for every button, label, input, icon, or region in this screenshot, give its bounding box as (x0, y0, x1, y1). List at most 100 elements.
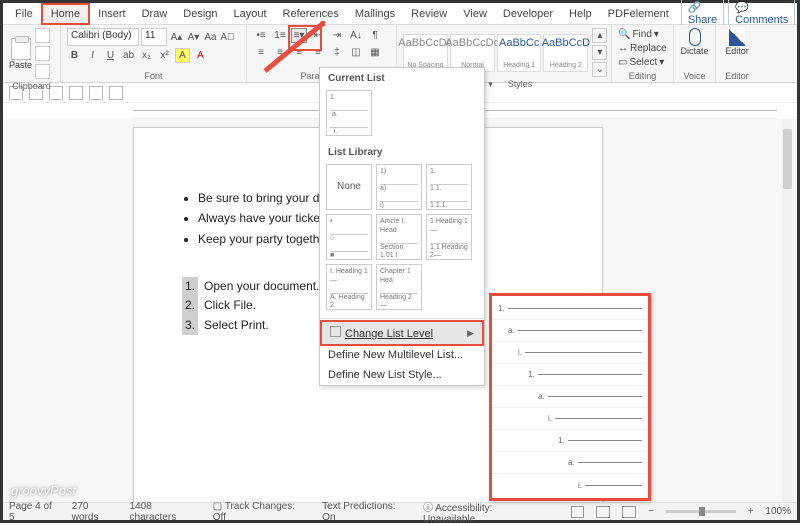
zoom-slider[interactable] (666, 510, 735, 513)
ml-tile[interactable]: 1.1.1.1.1.1. (426, 164, 472, 210)
editor-button[interactable]: Editor (722, 28, 752, 56)
menu-insert[interactable]: Insert (90, 5, 134, 23)
paste-button[interactable]: Paste (9, 38, 32, 70)
qat-icon[interactable] (89, 86, 103, 100)
view-print-icon[interactable] (596, 506, 610, 518)
cll-level-4[interactable]: 1. (492, 364, 648, 386)
status-words[interactable]: 270 words (72, 501, 118, 523)
replace-button[interactable]: ↔ Replace (618, 42, 667, 55)
bullets-icon[interactable]: •≡ (253, 28, 269, 43)
cll-level-3[interactable]: i. (492, 342, 648, 364)
status-page[interactable]: Page 4 of 5 (9, 501, 60, 523)
ml-tile[interactable]: Chapter 1 HeaHeading 2—Heading 3— (376, 264, 422, 310)
vertical-scrollbar[interactable] (782, 119, 793, 502)
select-button[interactable]: ▭ Select ▾ (618, 56, 667, 69)
font-color-icon[interactable]: A (193, 48, 208, 63)
font-size-select[interactable]: 11 (141, 28, 167, 46)
format-painter-icon[interactable] (35, 64, 50, 79)
show-marks-icon[interactable]: ¶ (367, 28, 383, 43)
shading-icon[interactable]: ◫ (348, 45, 364, 60)
zoom-value[interactable]: 100% (765, 506, 791, 517)
change-list-level-item[interactable]: Change List Level▶ (320, 320, 484, 346)
shrink-font-icon[interactable]: A▾ (186, 30, 201, 45)
grow-font-icon[interactable]: A▴ (169, 30, 184, 45)
cll-level-9[interactable]: i. (492, 474, 648, 496)
increase-indent-icon[interactable]: ⇥ (329, 28, 345, 43)
change-list-level-flyout: 1.a.i.1.a.i.1.a.i. (489, 293, 651, 501)
styles-up-icon[interactable]: ▴ (592, 28, 607, 43)
cll-level-5[interactable]: a. (492, 386, 648, 408)
ml-tile-current[interactable]: 1. a. i. (326, 90, 372, 136)
style-heading2[interactable]: AaBbCcDHeading 2 (543, 34, 588, 72)
menu-home[interactable]: Home (41, 3, 90, 25)
ml-tile[interactable]: Article I. HeadSection 1.01 I(a) Heading… (376, 214, 422, 260)
highlight-icon[interactable]: A (175, 48, 190, 63)
status-accessibility[interactable]: ⓘ Accessibility: Unavailable (423, 499, 547, 525)
qat-icon[interactable] (109, 86, 123, 100)
cll-level-7[interactable]: 1. (492, 430, 648, 452)
qat-icon[interactable] (69, 86, 83, 100)
subscript-icon[interactable]: x₂ (139, 48, 154, 63)
cll-level-6[interactable]: i. (492, 408, 648, 430)
ml-tile[interactable]: •○■ (326, 214, 372, 260)
strike-icon[interactable]: ab (121, 48, 136, 63)
styles-down-icon[interactable]: ▾ (592, 45, 607, 60)
ml-tile[interactable]: 1)a)i) (376, 164, 422, 210)
change-case-icon[interactable]: Aa (203, 30, 218, 45)
view-read-icon[interactable] (571, 506, 585, 518)
status-chars[interactable]: 1408 characters (130, 501, 201, 523)
numbering-icon[interactable]: 1≡ (272, 28, 288, 43)
font-name-select[interactable]: Calibri (Body) (67, 28, 139, 46)
style-normal[interactable]: AaBbCcDdNormal (450, 34, 495, 72)
cll-level-1[interactable]: 1. (492, 298, 648, 320)
clear-format-icon[interactable]: A⃠ (220, 30, 235, 45)
menu-pdfelement[interactable]: PDFelement (600, 5, 677, 23)
group-editing-label: Editing (618, 71, 667, 81)
ml-tile-none[interactable]: None (326, 164, 372, 210)
chevron-right-icon: ▶ (467, 328, 474, 339)
sort-icon[interactable]: A↓ (348, 28, 364, 43)
menu-review[interactable]: Review (403, 5, 455, 23)
cll-level-8[interactable]: a. (492, 452, 648, 474)
find-button[interactable]: 🔍 Find ▾ (618, 28, 667, 41)
num-marker: 2. (182, 296, 198, 315)
style-heading1[interactable]: AaBbCcHeading 1 (497, 34, 541, 72)
superscript-icon[interactable]: x² (157, 48, 172, 63)
multilevel-list-button[interactable]: ≡▾ (291, 28, 307, 43)
menu-layout[interactable]: Layout (226, 5, 275, 23)
dictate-button[interactable]: Dictate (680, 28, 709, 56)
menu-developer[interactable]: Developer (495, 5, 561, 23)
view-web-icon[interactable] (622, 506, 636, 518)
define-list-style-item[interactable]: Define New List Style... (320, 365, 484, 385)
group-font-label: Font (67, 71, 240, 81)
cut-icon[interactable] (35, 28, 50, 43)
menu-references[interactable]: References (275, 5, 347, 23)
style-nospacing[interactable]: AaBbCcDdNo Spacing (403, 34, 448, 72)
align-center-icon[interactable]: ≡ (272, 45, 288, 60)
menu-design[interactable]: Design (175, 5, 225, 23)
copy-icon[interactable] (35, 46, 50, 61)
align-left-icon[interactable]: ≡ (253, 45, 269, 60)
italic-icon[interactable]: I (85, 48, 100, 63)
borders-icon[interactable]: ▦ (367, 45, 383, 60)
paste-label: Paste (9, 60, 32, 70)
underline-icon[interactable]: U (103, 48, 118, 63)
menu-view[interactable]: View (455, 5, 495, 23)
styles-more-icon[interactable]: ⌄ (592, 62, 607, 77)
cll-level-2[interactable]: a. (492, 320, 648, 342)
line-spacing-icon[interactable]: ‡ (329, 45, 345, 60)
num-text: Click File. (204, 296, 256, 315)
ml-tile[interactable]: I. Heading 1—A. Heading 21. Heading 3 (326, 264, 372, 310)
menu-help[interactable]: Help (561, 5, 600, 23)
define-multilevel-item[interactable]: Define New Multilevel List... (320, 345, 484, 365)
menu-file[interactable]: File (7, 5, 41, 23)
ml-tile[interactable]: 1 Heading 1—1.1 Heading 2—1.1.1 Heading (426, 214, 472, 260)
menu-mailings[interactable]: Mailings (347, 5, 403, 23)
zoom-in-icon[interactable]: + (748, 506, 754, 517)
menu-draw[interactable]: Draw (134, 5, 176, 23)
status-track[interactable]: ▢ Track Changes: Off (213, 501, 310, 523)
status-predictions[interactable]: Text Predictions: On (322, 501, 411, 523)
bold-icon[interactable]: B (67, 48, 82, 63)
zoom-out-icon[interactable]: − (648, 506, 654, 517)
mic-icon (689, 28, 701, 46)
